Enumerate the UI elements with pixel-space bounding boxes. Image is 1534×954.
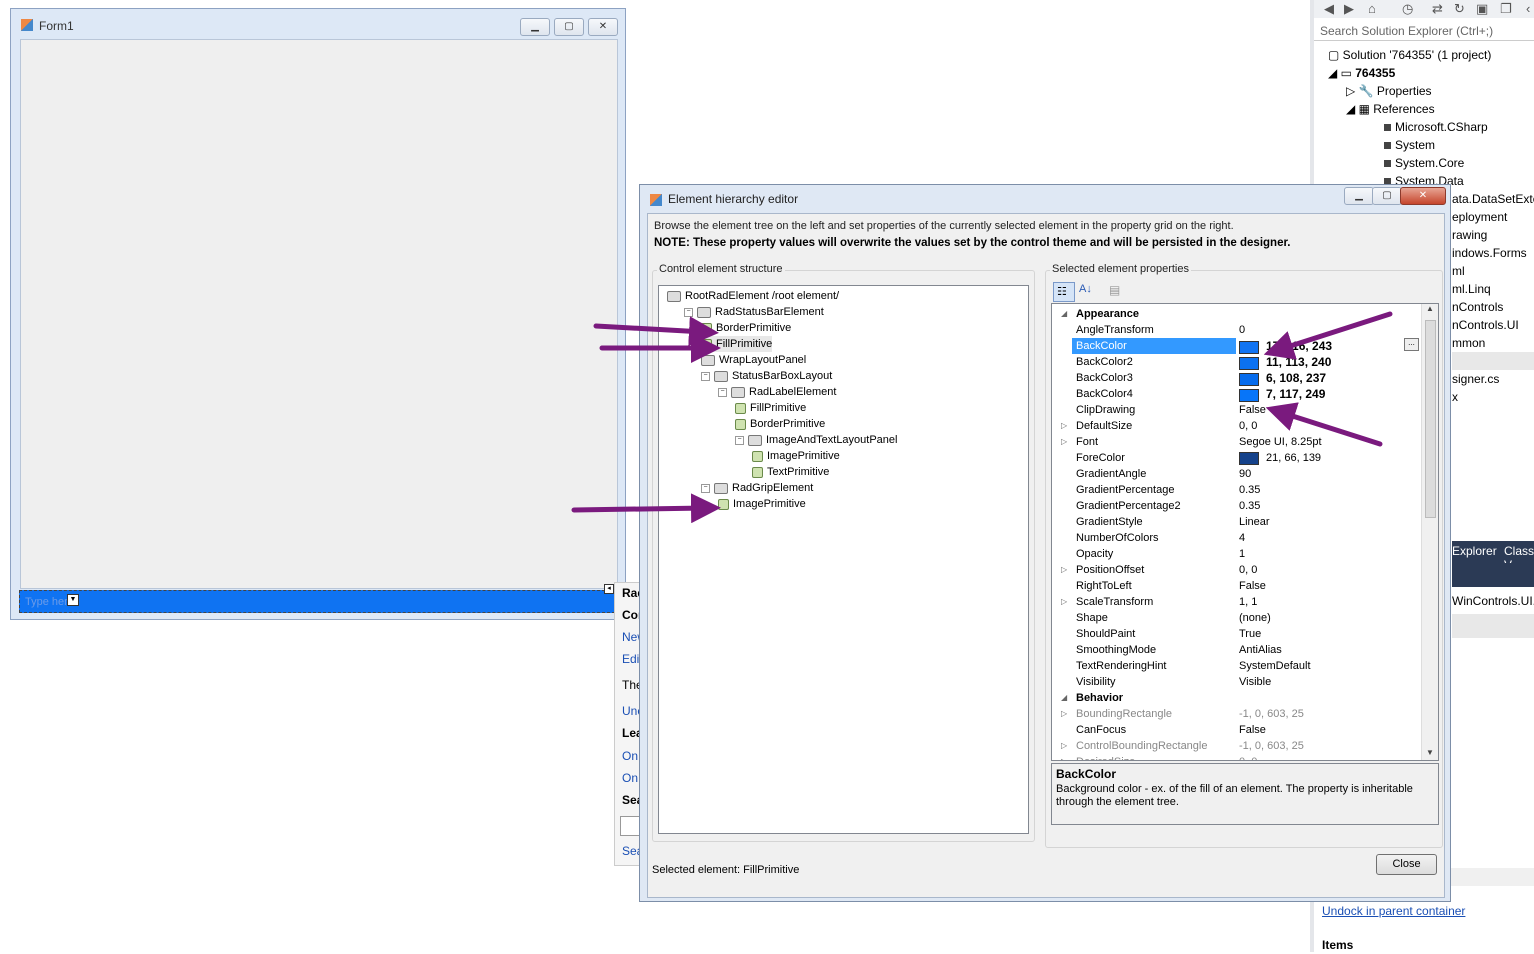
arrow-to-image-primitive xyxy=(571,493,721,524)
arrow-to-border-primitive xyxy=(593,316,719,347)
arrow-to-backcolor xyxy=(1263,311,1393,360)
arrow-to-backcolor4 xyxy=(1265,402,1383,447)
annotation-arrows xyxy=(571,311,1393,524)
